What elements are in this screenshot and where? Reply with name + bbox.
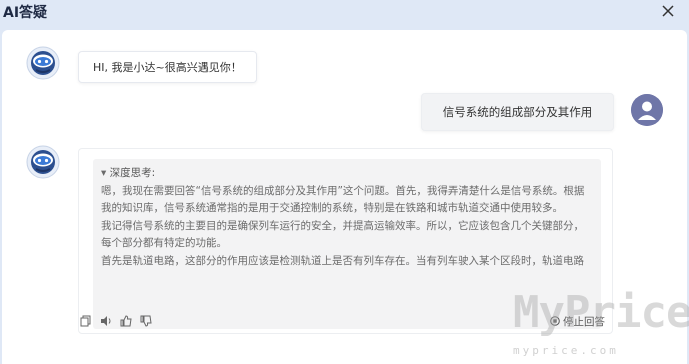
close-icon [662,5,674,17]
thinking-header[interactable]: ▾ 深度思考: [101,165,593,183]
thinking-title: 深度思考: [109,167,156,179]
answer-actions [79,313,153,329]
thumbs-up-icon [120,315,132,327]
title-bar: AI答疑 [0,0,689,28]
copy-icon [80,315,91,327]
user-avatar-icon [631,94,663,126]
speaker-icon [100,316,110,326]
bot-avatar-icon [26,145,60,179]
copy-button[interactable] [79,314,93,328]
window-title: AI答疑 [3,5,48,21]
user-question-bubble: 信号系统的组成部分及其作用 [421,93,614,131]
thumbs-down-icon [140,315,152,327]
watermark-subtext: myprice.com [513,344,619,357]
like-button[interactable] [119,314,133,328]
greeting-bubble: HI, 我是小达~很高兴遇见你！ [78,51,257,83]
bot-avatar-icon [26,46,60,80]
read-aloud-button[interactable] [99,314,113,328]
chevron-down-icon: ▾ [101,167,107,179]
watermark: MyPrice [513,287,689,338]
thinking-paragraph: 首先是轨道电路，这部分的作用应该是检测轨道上是否有列车存在。当有列车驶入某个区段… [101,254,584,267]
thinking-paragraph: 我记得信号系统的主要目的是确保列车运行的安全，并提高运输效率。所以，它应该包含几… [101,219,584,250]
dislike-button[interactable] [139,314,153,328]
close-button[interactable] [659,2,677,20]
thinking-paragraph: 嗯，我现在需要回答“信号系统的组成部分及其作用”这个问题。首先，我得弄清楚什么是… [101,184,585,215]
